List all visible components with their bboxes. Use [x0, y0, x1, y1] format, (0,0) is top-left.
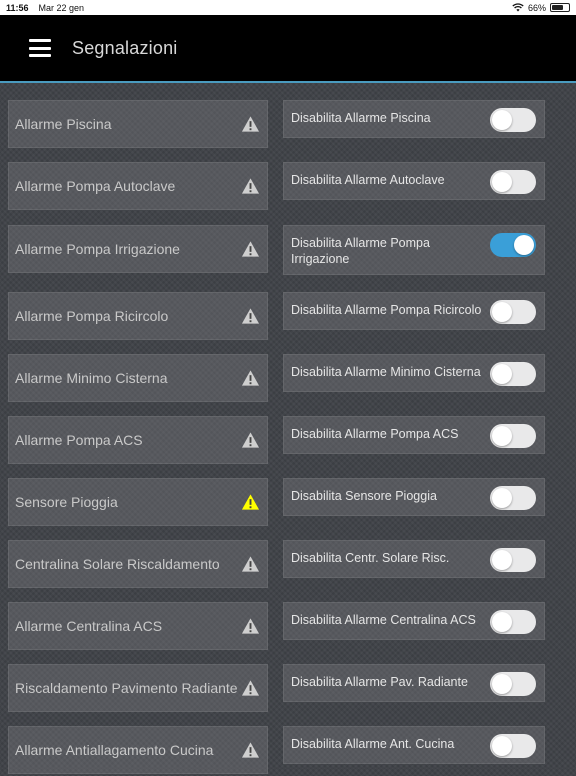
alarm-tile: Allarme Piscina — [8, 100, 268, 148]
alarm-tile: Allarme Pompa Ricircolo — [8, 292, 268, 340]
disable-tile: Disabilita Allarme Centralina ACS — [283, 602, 545, 640]
disable-toggle[interactable] — [490, 486, 536, 510]
disable-label: Disabilita Allarme Minimo Cisterna — [291, 365, 481, 379]
disable-tile: Disabilita Allarme Ant. Cucina — [283, 726, 545, 764]
alarm-label: Allarme Piscina — [15, 116, 112, 132]
disable-toggle[interactable] — [490, 300, 536, 324]
disable-tile: Disabilita Allarme Piscina — [283, 100, 545, 138]
toggle-knob — [492, 488, 512, 508]
disable-label: Disabilita Centr. Solare Risc. — [291, 551, 450, 565]
disable-label: Disabilita Allarme Pompa Irrigazione — [291, 236, 430, 266]
disable-tile: Disabilita Centr. Solare Risc. — [283, 540, 545, 578]
disable-tile: Disabilita Allarme Pompa Irrigazione — [283, 225, 545, 275]
toggle-knob — [514, 235, 534, 255]
toggle-knob — [492, 364, 512, 384]
alarm-tile: Allarme Antiallagamento Cucina — [8, 726, 268, 774]
alarm-label: Sensore Pioggia — [15, 494, 118, 510]
warning-icon — [241, 178, 260, 194]
disable-toggle[interactable] — [490, 548, 536, 572]
disable-toggle[interactable] — [490, 610, 536, 634]
warning-icon — [241, 308, 260, 324]
disable-toggle[interactable] — [490, 734, 536, 758]
toggle-knob — [492, 612, 512, 632]
toggle-knob — [492, 172, 512, 192]
alarm-row: Allarme Pompa Irrigazione Disabilita All… — [0, 225, 576, 275]
disable-toggle[interactable] — [490, 424, 536, 448]
alarm-tile: Allarme Centralina ACS — [8, 602, 268, 650]
alarm-row: Allarme Antiallagamento Cucina Disabilit… — [0, 726, 576, 776]
disable-toggle[interactable] — [490, 672, 536, 696]
disable-tile: Disabilita Allarme Pav. Radiante — [283, 664, 545, 702]
warning-icon — [241, 116, 260, 132]
battery-percent: 66% — [527, 2, 546, 13]
disable-label: Disabilita Allarme Pompa ACS — [291, 427, 459, 441]
disable-label: Disabilita Allarme Piscina — [291, 111, 431, 125]
warning-icon — [241, 680, 260, 696]
toggle-knob — [492, 736, 512, 756]
alarm-label: Allarme Antiallagamento Cucina — [15, 742, 214, 758]
alarm-tile: Allarme Pompa Irrigazione — [8, 225, 268, 273]
alarm-label: Allarme Centralina ACS — [15, 618, 163, 634]
alarm-label: Allarme Pompa ACS — [15, 432, 143, 448]
warning-icon — [241, 241, 260, 257]
wifi-icon — [512, 3, 524, 12]
toggle-knob — [492, 426, 512, 446]
disable-tile: Disabilita Sensore Pioggia — [283, 478, 545, 516]
alarm-row: Allarme Pompa ACS Disabilita Allarme Pom… — [0, 416, 576, 466]
disable-tile: Disabilita Allarme Autoclave — [283, 162, 545, 200]
alarm-row: Allarme Minimo Cisterna Disabilita Allar… — [0, 354, 576, 404]
disable-label: Disabilita Allarme Pompa Ricircolo — [291, 303, 482, 317]
disable-label: Disabilita Sensore Pioggia — [291, 489, 437, 503]
page-title: Segnalazioni — [72, 37, 178, 58]
alarm-row: Sensore Pioggia Disabilita Sensore Piogg… — [0, 478, 576, 528]
alarm-row: Riscaldamento Pavimento Radiante Disabil… — [0, 664, 576, 714]
alarm-label: Allarme Pompa Autoclave — [15, 178, 176, 194]
disable-toggle[interactable] — [490, 170, 536, 194]
toggle-knob — [492, 550, 512, 570]
alarm-row: Centralina Solare Riscaldamento Disabili… — [0, 540, 576, 590]
nav-bar: Segnalazioni — [0, 15, 576, 83]
toggle-knob — [492, 674, 512, 694]
alarm-label: Allarme Minimo Cisterna — [15, 370, 168, 386]
alarm-row: Allarme Centralina ACS Disabilita Allarm… — [0, 602, 576, 652]
disable-label: Disabilita Allarme Autoclave — [291, 173, 445, 187]
warning-icon — [241, 618, 260, 634]
warning-icon — [241, 432, 260, 448]
status-time: 11:56 — [6, 2, 29, 13]
disable-label: Disabilita Allarme Centralina ACS — [291, 613, 476, 627]
disable-tile: Disabilita Allarme Pompa Ricircolo — [283, 292, 545, 330]
disable-label: Disabilita Allarme Pav. Radiante — [291, 675, 468, 689]
disable-toggle[interactable] — [490, 108, 536, 132]
disable-toggle[interactable] — [490, 362, 536, 386]
alarm-tile: Allarme Pompa ACS — [8, 416, 268, 464]
alarm-tile: Centralina Solare Riscaldamento — [8, 540, 268, 588]
disable-tile: Disabilita Allarme Pompa ACS — [283, 416, 545, 454]
warning-icon — [241, 556, 260, 572]
disable-tile: Disabilita Allarme Minimo Cisterna — [283, 354, 545, 392]
disable-label: Disabilita Allarme Ant. Cucina — [291, 737, 455, 751]
alarm-label: Riscaldamento Pavimento Radiante — [15, 680, 238, 696]
alarm-label: Allarme Pompa Irrigazione — [15, 241, 180, 257]
alarm-row: Allarme Pompa Ricircolo Disabilita Allar… — [0, 292, 576, 342]
alarm-tile: Allarme Minimo Cisterna — [8, 354, 268, 402]
alarm-row: Allarme Pompa Autoclave Disabilita Allar… — [0, 162, 576, 212]
battery-icon — [550, 3, 570, 12]
warning-icon — [241, 370, 260, 386]
menu-icon[interactable] — [29, 39, 51, 57]
toggle-knob — [492, 110, 512, 130]
alarm-tile: Sensore Pioggia — [8, 478, 268, 526]
warning-icon — [241, 742, 260, 758]
toggle-knob — [492, 302, 512, 322]
alarm-label: Allarme Pompa Ricircolo — [15, 308, 169, 324]
disable-toggle[interactable] — [490, 233, 536, 257]
warning-icon — [241, 494, 260, 510]
alarm-label: Centralina Solare Riscaldamento — [15, 556, 220, 572]
alarm-tile: Allarme Pompa Autoclave — [8, 162, 268, 210]
status-date: Mar 22 gen — [38, 2, 85, 13]
alarm-row: Allarme Piscina Disabilita Allarme Pisci… — [0, 100, 576, 150]
status-bar: 11:56 Mar 22 gen 66% — [0, 0, 576, 15]
alarm-tile: Riscaldamento Pavimento Radiante — [8, 664, 268, 712]
